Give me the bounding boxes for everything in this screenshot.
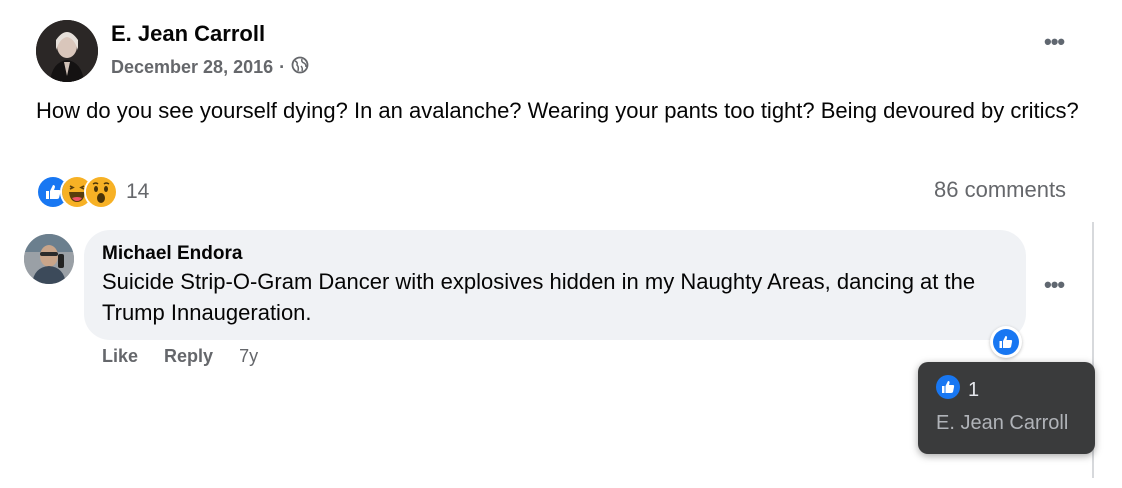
- post-author-avatar[interactable]: [36, 20, 98, 82]
- comment-more-options-icon[interactable]: •••: [1044, 274, 1065, 296]
- post-author-name[interactable]: E. Jean Carroll: [111, 21, 265, 47]
- reaction-count: 14: [126, 180, 150, 203]
- comments-count-link[interactable]: 86 comments: [934, 177, 1066, 203]
- comment-actions: Like Reply 7y: [102, 346, 258, 367]
- tooltip-reaction-row: 1: [936, 375, 979, 405]
- post-meta: December 28, 2016 ·: [111, 56, 309, 79]
- post-text: How do you see yourself dying? In an ava…: [36, 98, 1079, 123]
- wow-reaction-icon: [84, 175, 118, 209]
- tooltip-reactor-name: E. Jean Carroll: [936, 412, 1069, 434]
- post-more-options-icon[interactable]: •••: [1044, 31, 1065, 53]
- meta-separator: ·: [279, 57, 286, 77]
- comment-text: Suicide Strip-O-Gram Dancer with explosi…: [102, 269, 976, 325]
- post-date[interactable]: December 28, 2016: [111, 57, 273, 78]
- like-button[interactable]: Like: [102, 346, 138, 367]
- commenter-name[interactable]: Michael Endora: [102, 243, 242, 265]
- comment-like-reaction-icon[interactable]: [990, 326, 1022, 358]
- reply-button[interactable]: Reply: [164, 346, 213, 367]
- like-reaction-icon: [936, 375, 960, 405]
- comment-timestamp[interactable]: 7y: [239, 346, 258, 367]
- globe-icon: [291, 56, 309, 79]
- reaction-tooltip: 1 E. Jean Carroll: [918, 362, 1095, 454]
- tooltip-reaction-count: 1: [968, 378, 980, 401]
- commenter-avatar[interactable]: [24, 234, 74, 284]
- post-reactions[interactable]: 14: [36, 175, 149, 209]
